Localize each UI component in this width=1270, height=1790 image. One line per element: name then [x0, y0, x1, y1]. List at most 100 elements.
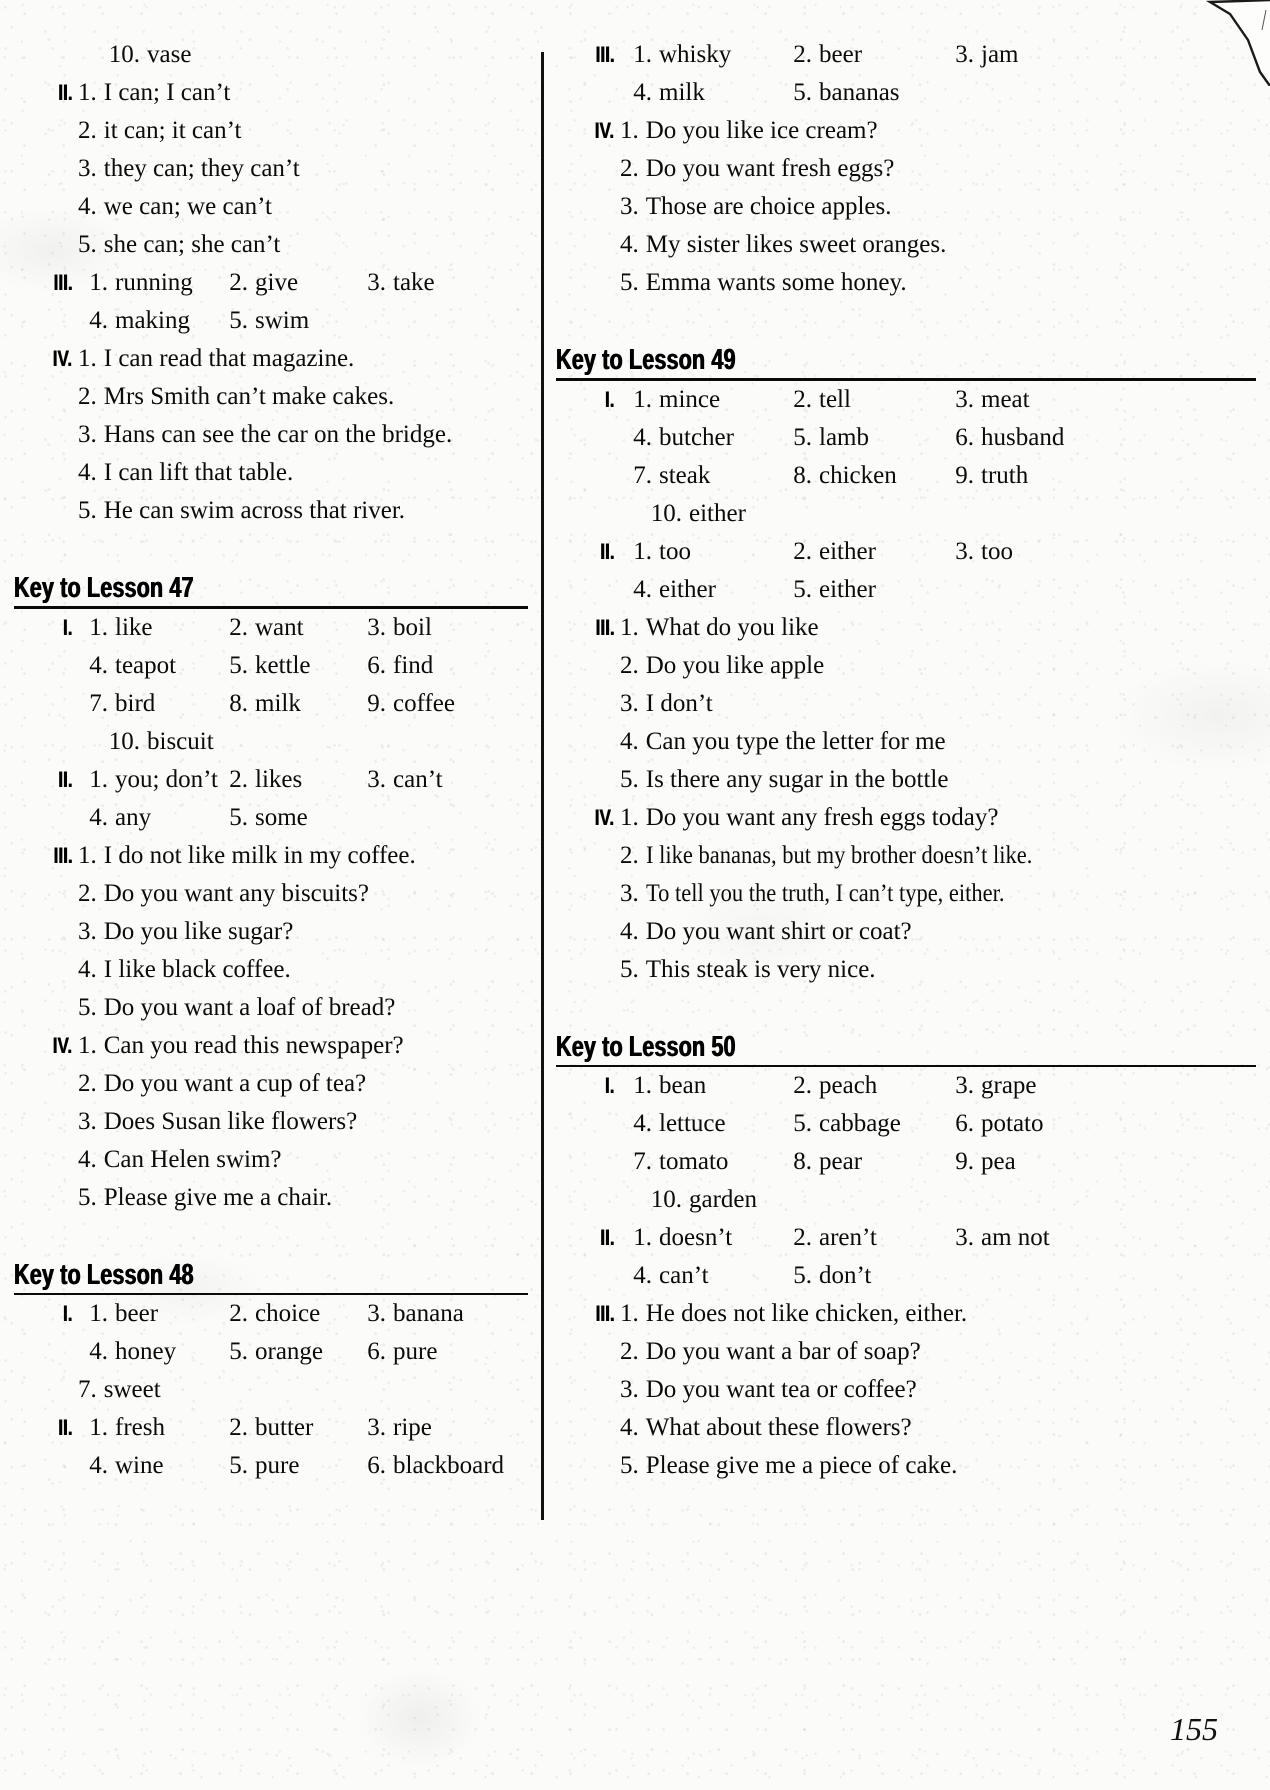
lesson-rule: [556, 378, 1256, 381]
answer-items: 5. He can swim across that river.: [78, 492, 528, 530]
item-number: 9.: [367, 689, 386, 717]
answer-item: 9. coffee: [356, 685, 506, 723]
answer-item: 5. Do you want a loaf of bread?: [78, 989, 395, 1027]
answer-items: 10. biscuit: [78, 723, 528, 761]
page-number: 155: [1170, 1711, 1218, 1747]
answer-item: 5. pure: [218, 1447, 356, 1485]
answer-items: 2. Do you want any biscuits?: [78, 875, 528, 913]
item-text: I can read that magazine.: [103, 345, 355, 372]
item-text: want: [255, 613, 304, 641]
item-text: boil: [393, 613, 432, 641]
item-number: 3.: [620, 1376, 639, 1404]
answer-row: I.3.Do you want tea or coffee?: [556, 1371, 1256, 1409]
answer-items: 4. honey 5. orange 6. pure: [78, 1333, 528, 1371]
item-number: 7.: [633, 1148, 652, 1176]
answer-items: 5. Please give me a piece of cake.: [620, 1447, 1256, 1485]
item-text: I can lift that table.: [103, 459, 294, 486]
roman-numeral: I.: [62, 614, 72, 640]
answer-item: 9. truth: [942, 457, 1112, 495]
answer-item: 1. I can read that magazine.: [78, 340, 354, 378]
item-number: 10.: [650, 1186, 682, 1214]
item-number: 3.: [78, 421, 97, 448]
item-number: 4.: [78, 955, 97, 983]
section-marker: IV.: [14, 340, 78, 378]
item-text: too: [981, 537, 1013, 565]
item-text: Can Helen swim?: [103, 1145, 282, 1173]
section-marker: I.: [14, 1295, 78, 1333]
item-text: Do you like ice cream?: [645, 117, 878, 144]
answer-row: I.2.Mrs Smith can’t make cakes.: [14, 378, 528, 416]
item-text: Those are choice apples.: [645, 193, 892, 220]
answer-item: 5. lamb: [780, 419, 942, 457]
item-text: whisky: [659, 41, 732, 68]
answer-items: 10. vase: [78, 36, 528, 74]
answer-items: 3. To tell you the truth, I can’t type, e…: [620, 875, 1256, 913]
item-text: Please give me a piece of cake.: [645, 1452, 958, 1480]
answer-items: 4. Can Helen swim?: [78, 1141, 528, 1179]
answer-item: 5. This steak is very nice.: [620, 951, 876, 989]
answer-item: 5. Is there any sugar in the bottle: [620, 761, 948, 799]
item-number: 2.: [78, 383, 97, 410]
item-text: jam: [981, 41, 1019, 68]
answer-items: 4. teapot 5. kettle 6. find: [78, 647, 528, 685]
item-number: 4.: [89, 803, 108, 831]
item-number: 2.: [793, 1224, 812, 1252]
item-number: 3.: [620, 689, 639, 717]
answer-row: I.2.Do you want any biscuits?: [14, 875, 528, 913]
answer-row: I.7.sweet: [14, 1371, 528, 1409]
answer-row: I.5.Is there any sugar in the bottle: [556, 761, 1256, 799]
answer-items: 1. whisky 2. beer 3. jam: [620, 36, 1256, 74]
item-number: 4.: [620, 917, 639, 945]
answer-item: 3. can’t: [356, 761, 506, 799]
item-number: 3.: [78, 155, 97, 182]
item-number: 5.: [78, 993, 97, 1021]
answer-item: 2. beer: [780, 36, 942, 74]
answer-items: 5. Please give me a chair.: [78, 1179, 528, 1217]
answer-row: I.4.Do you want shirt or coat?: [556, 913, 1256, 951]
item-text: either: [819, 575, 876, 603]
item-number: 3.: [367, 1300, 386, 1328]
answer-items: 5. Do you want a loaf of bread?: [78, 989, 528, 1027]
answer-row: I.3.Does Susan like flowers?: [14, 1103, 528, 1141]
item-text: steak: [659, 461, 711, 489]
answer-item: 3. jam: [942, 36, 1112, 74]
item-text: Please give me a chair.: [103, 1183, 333, 1211]
item-number: 2.: [620, 651, 639, 679]
item-text: she can; she can’t: [103, 231, 281, 258]
item-number: 3.: [367, 269, 386, 296]
item-text: too: [659, 537, 691, 565]
item-number: 1.: [633, 1072, 652, 1100]
answer-row: IV. 1. Do you want any fresh eggs today?: [556, 799, 1256, 837]
answer-item: 3. I don’t: [620, 685, 713, 723]
answer-row: I.3.they can; they can’t: [14, 150, 528, 188]
answer-item: 3. ripe: [356, 1409, 506, 1447]
answer-row: I.4.Can you type the letter for me: [556, 723, 1256, 761]
item-number: 4.: [633, 575, 652, 603]
answer-item: 8. milk: [218, 685, 356, 723]
item-text: Does Susan like flowers?: [103, 1107, 358, 1135]
item-number: 1.: [89, 1414, 108, 1442]
item-text: making: [115, 307, 190, 334]
item-number: 5.: [229, 803, 248, 831]
roman-numeral: II.: [57, 80, 72, 105]
answer-item: 10. either: [620, 495, 746, 533]
item-number: 9.: [955, 461, 974, 489]
item-text: I can; I can’t: [103, 79, 231, 106]
item-text: ripe: [393, 1414, 432, 1442]
item-number: 2.: [229, 1414, 248, 1442]
roman-numeral: IV.: [52, 1032, 72, 1058]
item-text: find: [393, 651, 434, 679]
answer-items: 3. Do you want tea or coffee?: [620, 1371, 1256, 1409]
item-number: 3.: [367, 613, 386, 641]
answer-row: I.4.milk5.bananas: [556, 74, 1256, 112]
answer-items: 2. Mrs Smith can’t make cakes.: [78, 378, 528, 416]
answer-item: 3. Those are choice apples.: [620, 188, 891, 226]
item-text: Emma wants some honey.: [645, 269, 907, 296]
answer-item: 3. Does Susan like flowers?: [78, 1103, 357, 1141]
item-number: 2.: [78, 117, 97, 144]
answer-items: 10. garden: [620, 1181, 1256, 1219]
item-number: 4.: [89, 1338, 108, 1366]
answer-row: I.5.He can swim across that river.: [14, 492, 528, 530]
item-number: 6.: [367, 1338, 386, 1366]
